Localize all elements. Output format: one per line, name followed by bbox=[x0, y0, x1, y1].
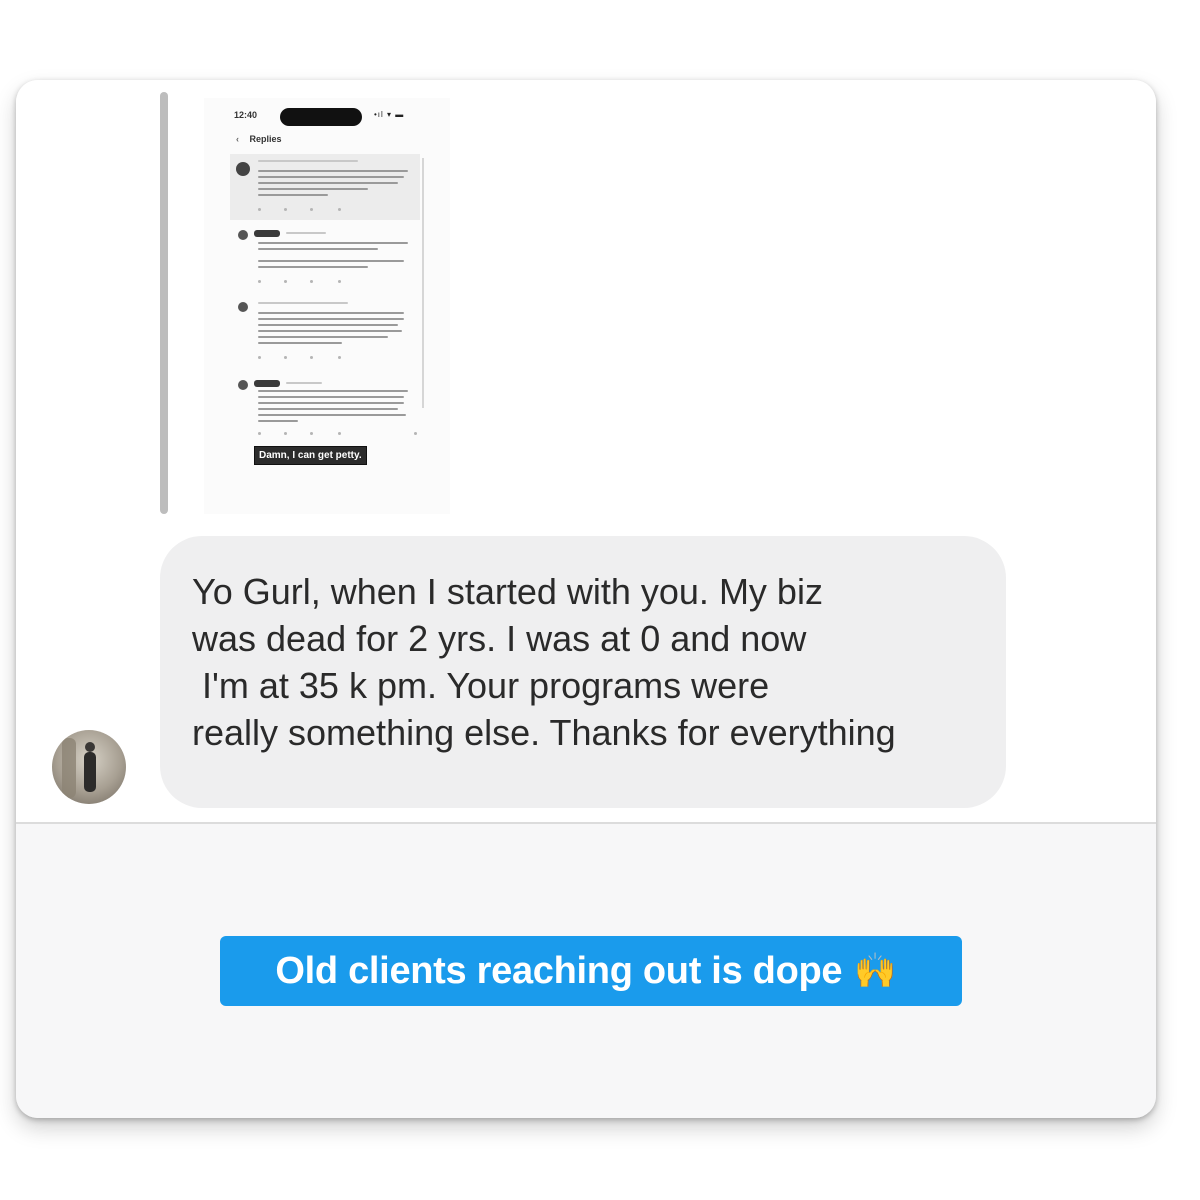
dm-card: 12:40 •ıl ▾ ▬ ‹ Replies Damn, I can get … bbox=[16, 80, 1156, 1118]
screenshot-caption: Damn, I can get petty. bbox=[254, 446, 367, 465]
thread-post bbox=[230, 154, 420, 220]
replies-title: Replies bbox=[249, 134, 282, 144]
chevron-left-icon: ‹ bbox=[236, 134, 239, 144]
post-actions bbox=[258, 208, 378, 211]
avatar bbox=[238, 302, 248, 312]
phone-status-bar: 12:40 •ıl ▾ ▬ bbox=[234, 108, 414, 128]
post-actions bbox=[258, 356, 378, 359]
replies-header: ‹ Replies bbox=[236, 134, 282, 144]
author-badge bbox=[254, 380, 280, 387]
caption-banner: Old clients reaching out is dope 🙌 bbox=[220, 936, 962, 1006]
caption-area: Old clients reaching out is dope 🙌 bbox=[16, 822, 1156, 1118]
post-actions bbox=[258, 280, 378, 283]
thread-post bbox=[230, 298, 420, 368]
post-actions bbox=[258, 432, 418, 435]
conversation-area: 12:40 •ıl ▾ ▬ ‹ Replies Damn, I can get … bbox=[16, 80, 1156, 822]
replied-screenshot[interactable]: 12:40 •ıl ▾ ▬ ‹ Replies Damn, I can get … bbox=[204, 98, 450, 514]
status-time: 12:40 bbox=[234, 110, 258, 120]
raised-hands-icon: 🙌 bbox=[854, 952, 897, 990]
avatar[interactable] bbox=[52, 730, 126, 804]
avatar bbox=[236, 162, 250, 176]
caption-text: Old clients reaching out is dope bbox=[275, 949, 843, 992]
message-bubble[interactable]: Yo Gurl, when I started with you. My biz… bbox=[160, 536, 1006, 808]
thread-post bbox=[230, 376, 420, 442]
thread-post bbox=[230, 226, 420, 292]
thread-scrollbar bbox=[422, 158, 424, 408]
reply-quote-bar bbox=[160, 92, 168, 514]
message-text: Yo Gurl, when I started with you. My biz… bbox=[192, 571, 896, 753]
dynamic-island bbox=[280, 108, 362, 126]
avatar bbox=[238, 230, 248, 240]
author-badge bbox=[254, 230, 280, 237]
signal-battery-icon: •ıl ▾ ▬ bbox=[374, 110, 405, 119]
avatar bbox=[238, 380, 248, 390]
